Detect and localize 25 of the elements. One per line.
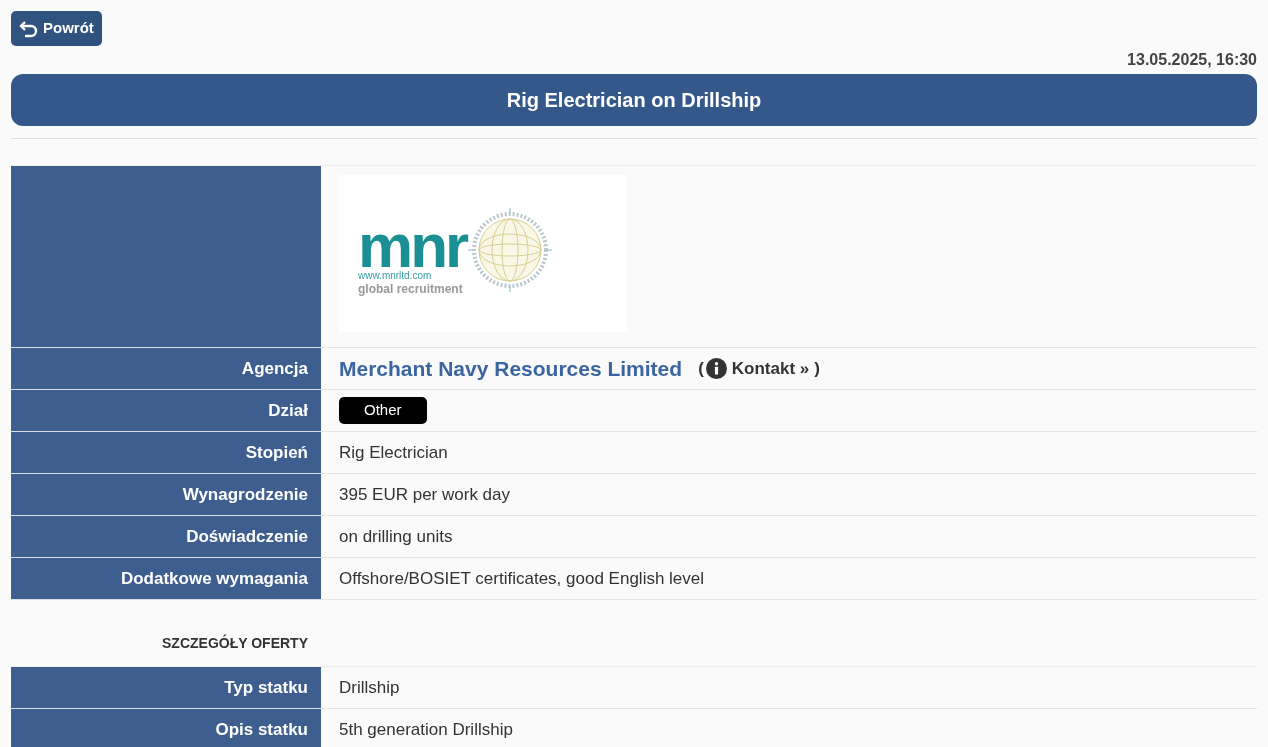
paren: (: [698, 357, 704, 380]
field-value: Drillship: [339, 676, 400, 699]
field-value: 5th generation Drillship: [339, 718, 513, 741]
field-label: Dodatkowe wymagania: [11, 558, 321, 600]
field-value: Rig Electrician: [339, 441, 448, 464]
back-button[interactable]: Powrót: [11, 11, 102, 46]
field-value: 395 EUR per work day: [339, 483, 511, 506]
field-label: Opis statku: [11, 709, 321, 747]
department-tag: Other: [339, 397, 427, 424]
field-label: Stopień: [11, 432, 321, 474]
paren: ): [814, 357, 820, 380]
field-label: Doświadczenie: [11, 516, 321, 558]
section-heading: SZCZEGÓŁY OFERTY: [162, 633, 308, 653]
job-title: Rig Electrician on Drillship: [506, 88, 762, 113]
field-label: Agencja: [11, 348, 321, 390]
field-value: on drilling units: [339, 525, 453, 548]
contact-link[interactable]: Kontakt »: [705, 355, 810, 382]
field-value: Offshore/BOSIET certificates, good English level: [339, 567, 705, 590]
agency-link[interactable]: Merchant Navy Resources Limited: [339, 352, 683, 385]
field-label: Typ statku: [11, 667, 321, 709]
field-label: Dział: [11, 390, 321, 432]
undo-arrow-icon: [19, 19, 39, 38]
timestamp: 13.05.2025, 16:30: [1127, 50, 1257, 70]
field-label: Wynagrodzenie: [11, 474, 321, 516]
info-icon: [705, 358, 727, 379]
